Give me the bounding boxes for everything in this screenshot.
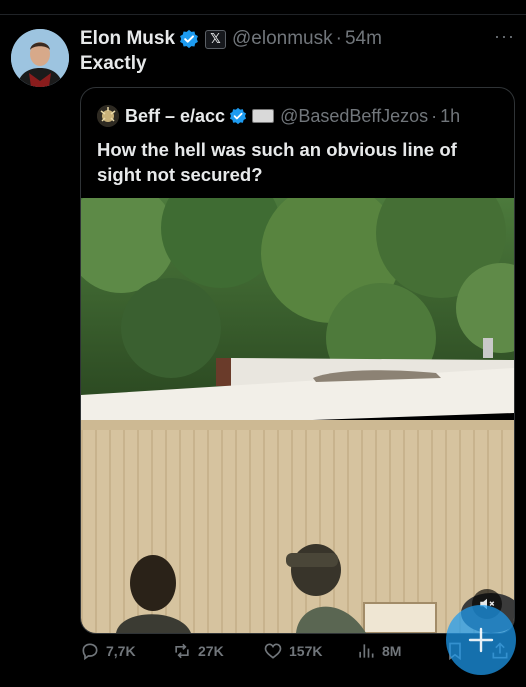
x-affiliate-icon[interactable]: 𝕏	[205, 29, 227, 49]
compose-plus-icon	[468, 627, 494, 653]
views-count: 8M	[382, 643, 402, 659]
quoted-post[interactable]: Beff – e/acc @BasedBeffJezos · 1h How th…	[80, 87, 515, 634]
repost-count: 27K	[198, 643, 224, 659]
quoted-avatar-image	[97, 105, 119, 127]
author-handle[interactable]: @elonmusk	[232, 28, 333, 50]
quoted-author-name[interactable]: Beff – e/acc	[125, 106, 225, 127]
video-frame-image	[81, 198, 514, 633]
separator-dot: ·	[335, 28, 342, 49]
post-header: Elon Musk 𝕏 @elonmusk · 54m	[80, 28, 382, 50]
reply-icon	[82, 643, 98, 661]
quoted-separator-dot: ·	[431, 105, 438, 126]
reply-button[interactable]: 7,7K	[80, 641, 136, 661]
like-count: 157K	[289, 643, 323, 659]
repost-button[interactable]: 27K	[172, 641, 224, 661]
quoted-post-text: How the hell was such an obvious line of…	[97, 139, 457, 185]
quoted-video[interactable]	[81, 198, 514, 633]
reply-count: 7,7K	[106, 643, 136, 659]
quoted-verified-badge-icon	[230, 107, 247, 125]
quoted-author-handle[interactable]: @BasedBeffJezos	[280, 106, 428, 127]
post-text: Exactly	[80, 53, 147, 74]
top-divider	[0, 14, 526, 15]
views-icon	[359, 644, 374, 658]
more-icon[interactable]: ···	[494, 26, 515, 47]
compose-button[interactable]	[446, 605, 516, 675]
author-name[interactable]: Elon Musk	[80, 28, 175, 50]
post-time[interactable]: 54m	[345, 28, 382, 50]
repost-icon	[175, 643, 189, 659]
avatar-image	[11, 29, 69, 87]
quoted-avatar[interactable]	[97, 105, 119, 127]
quoted-affiliate-badge-icon[interactable]	[252, 109, 275, 123]
verified-badge-icon	[180, 29, 198, 49]
avatar[interactable]	[11, 29, 69, 87]
quoted-post-time[interactable]: 1h	[440, 106, 460, 127]
quoted-post-header: Beff – e/acc @BasedBeffJezos · 1h	[97, 105, 460, 127]
like-icon	[264, 643, 282, 659]
like-button[interactable]: 157K	[263, 641, 322, 661]
views-button[interactable]: 8M	[356, 641, 401, 661]
